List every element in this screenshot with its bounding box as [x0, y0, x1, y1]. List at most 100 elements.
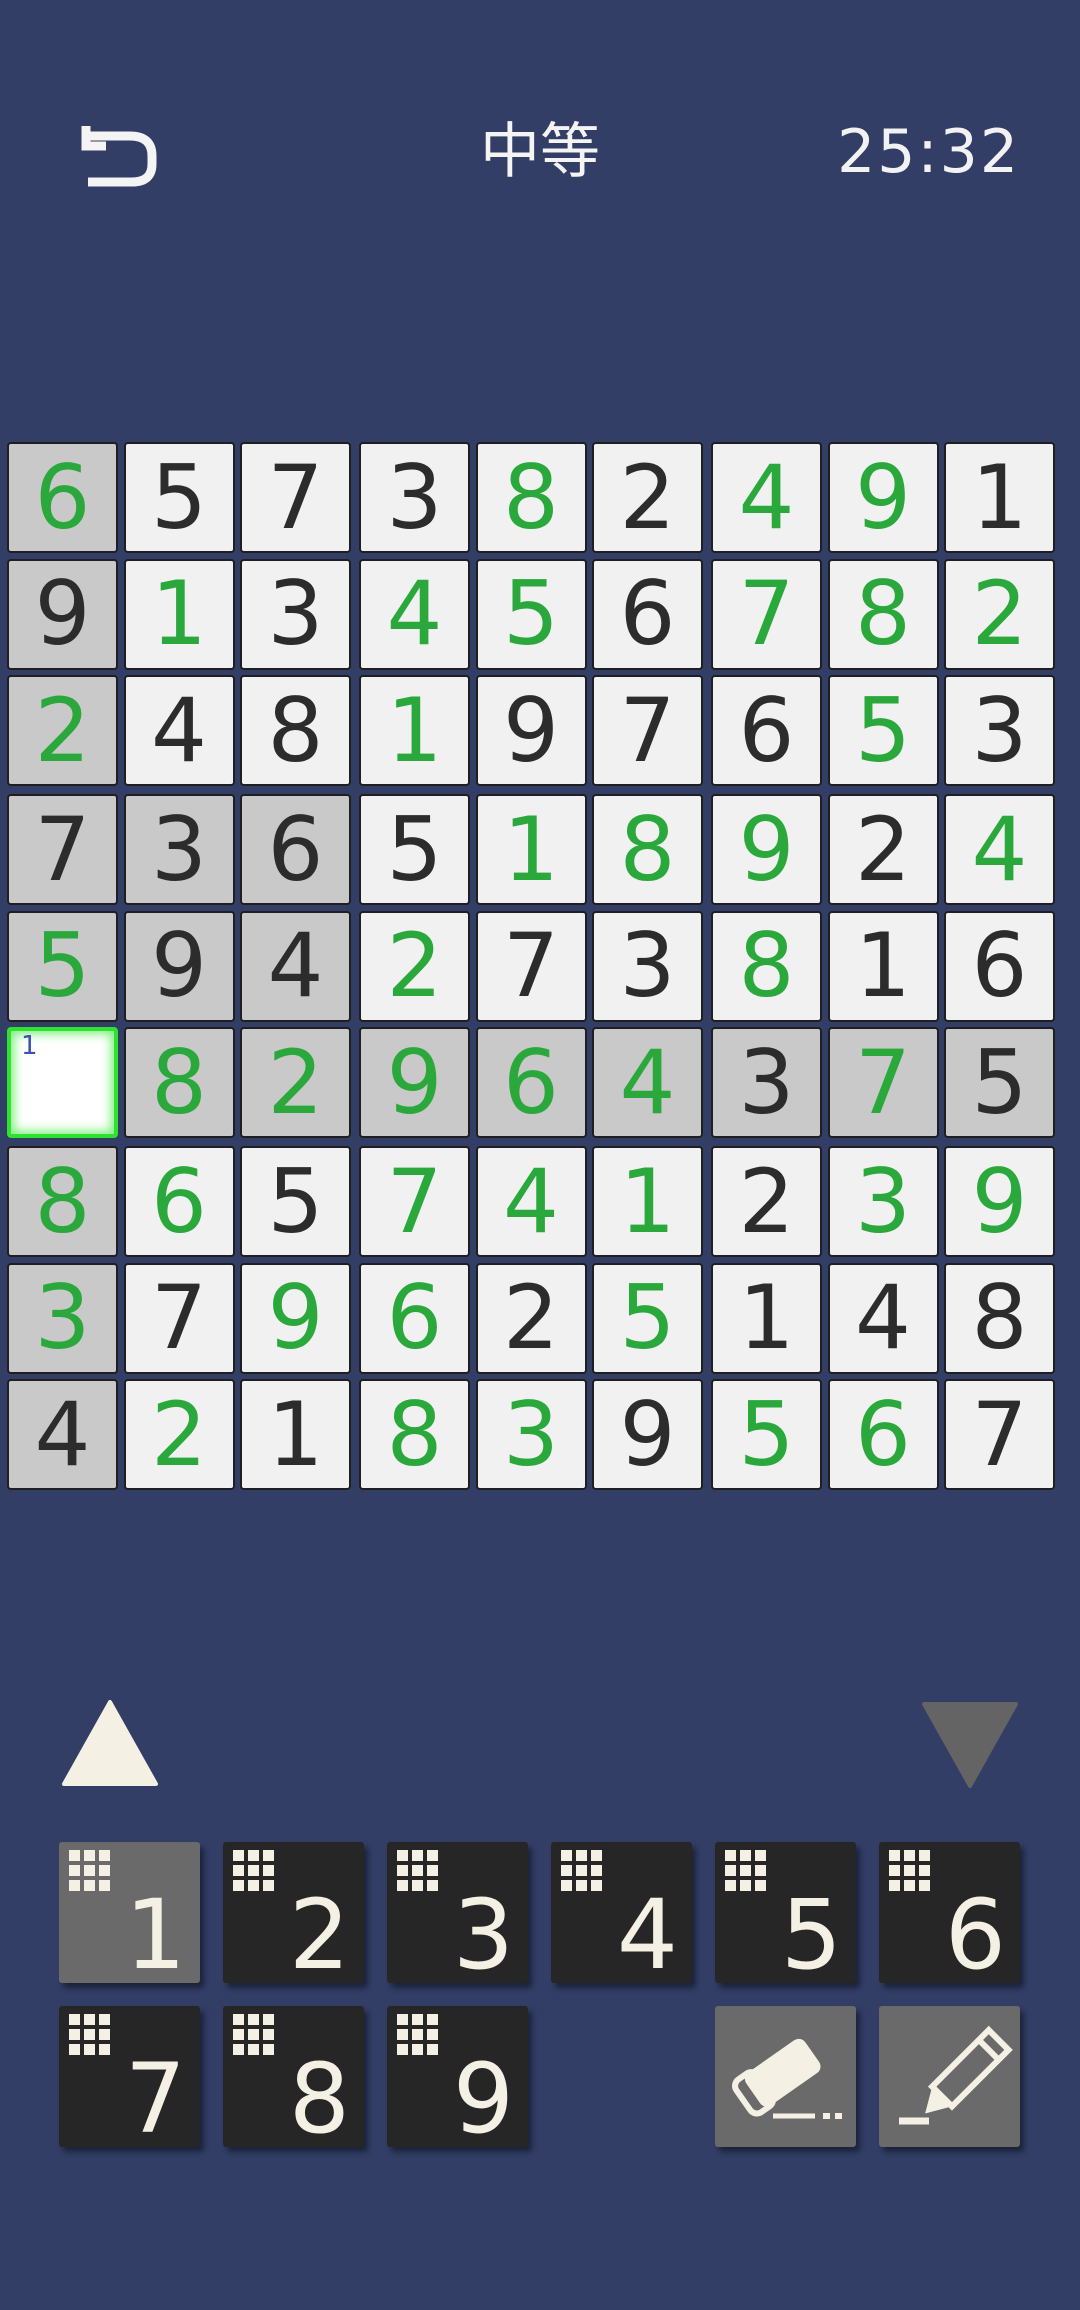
sudoku-cell[interactable]: 5 [944, 1027, 1055, 1138]
game-timer: 25:32 [837, 117, 1020, 187]
sudoku-cell[interactable]: 7 [7, 794, 118, 905]
sudoku-cell[interactable]: 6 [359, 1262, 470, 1374]
sudoku-cell[interactable]: 8 [7, 1146, 118, 1257]
sudoku-cell[interactable]: 6 [592, 558, 703, 670]
sudoku-cell[interactable]: 5 [123, 442, 235, 553]
number-button-3[interactable]: 3 [387, 1842, 528, 1983]
sudoku-cell[interactable]: 7 [359, 1146, 470, 1257]
sudoku-cell[interactable]: 9 [123, 910, 235, 1022]
sudoku-cell[interactable]: 7 [240, 442, 351, 553]
sudoku-cell[interactable]: 5 [475, 558, 587, 670]
sudoku-cell[interactable]: 8 [475, 442, 587, 553]
sudoku-cell[interactable]: 8 [944, 1262, 1055, 1374]
number-button-2[interactable]: 2 [223, 1842, 364, 1983]
sudoku-cell[interactable]: 4 [123, 675, 235, 786]
cell-note: 1 [21, 1031, 38, 1061]
sudoku-cell[interactable]: 7 [827, 1027, 939, 1138]
sudoku-cell[interactable]: 9 [475, 675, 587, 786]
sudoku-cell[interactable]: 6 [7, 442, 118, 553]
number-button-label: 5 [780, 1879, 842, 1991]
sudoku-cell[interactable]: 3 [123, 794, 235, 905]
sudoku-cell[interactable]: 5 [827, 675, 939, 786]
sudoku-cell[interactable]: 7 [944, 1379, 1055, 1490]
sudoku-cell[interactable]: 4 [592, 1027, 703, 1138]
sudoku-cell[interactable]: 4 [944, 794, 1055, 905]
sudoku-cell[interactable]: 8 [592, 794, 703, 905]
sudoku-cell[interactable]: 1 [827, 910, 939, 1022]
sudoku-cell[interactable]: 6 [711, 675, 822, 786]
sudoku-cell[interactable]: 1 [123, 558, 235, 670]
number-button-5[interactable]: 5 [715, 1842, 856, 1983]
sudoku-cell[interactable]: 8 [123, 1027, 235, 1138]
sudoku-cell[interactable]: 9 [240, 1262, 351, 1374]
sudoku-cell[interactable]: 8 [827, 558, 939, 670]
sudoku-cell[interactable]: 2 [7, 675, 118, 786]
sudoku-cell[interactable]: 9 [827, 442, 939, 553]
sudoku-cell[interactable]: 5 [711, 1379, 822, 1490]
number-button-8[interactable]: 8 [223, 2006, 364, 2147]
number-button-label: 8 [288, 2043, 350, 2155]
sudoku-cell[interactable]: 9 [944, 1146, 1055, 1257]
sudoku-cell[interactable]: 4 [240, 910, 351, 1022]
sudoku-cell[interactable]: 3 [475, 1379, 587, 1490]
sudoku-cell[interactable]: 2 [123, 1379, 235, 1490]
number-button-1[interactable]: 1 [59, 1842, 200, 1983]
sudoku-cell[interactable]: 6 [240, 794, 351, 905]
sudoku-cell[interactable]: 9 [592, 1379, 703, 1490]
sudoku-cell[interactable]: 5 [359, 794, 470, 905]
sudoku-cell[interactable]: 4 [827, 1262, 939, 1374]
sudoku-cell[interactable]: 1 [475, 794, 587, 905]
sudoku-cell[interactable]: 3 [592, 910, 703, 1022]
sudoku-cell[interactable]: 7 [475, 910, 587, 1022]
sudoku-cell[interactable]: 7 [711, 558, 822, 670]
sudoku-cell[interactable]: 8 [359, 1379, 470, 1490]
sudoku-cell[interactable]: 5 [240, 1146, 351, 1257]
sudoku-cell[interactable]: 4 [711, 442, 822, 553]
sudoku-cell[interactable]: 5 [592, 1262, 703, 1374]
sudoku-cell[interactable]: 9 [359, 1027, 470, 1138]
sudoku-cell[interactable]: 4 [7, 1379, 118, 1490]
eraser-button[interactable] [715, 2006, 856, 2147]
sudoku-cell[interactable]: 7 [592, 675, 703, 786]
sudoku-cell[interactable]: 6 [475, 1027, 587, 1138]
sudoku-cell[interactable]: 4 [359, 558, 470, 670]
sudoku-cell[interactable]: 6 [827, 1379, 939, 1490]
sudoku-cell[interactable]: 3 [359, 442, 470, 553]
sudoku-cell[interactable]: 8 [711, 910, 822, 1022]
sudoku-cell[interactable]: 3 [7, 1262, 118, 1374]
number-button-label: 4 [616, 1879, 678, 1991]
pencil-button[interactable] [879, 2006, 1020, 2147]
sudoku-cell[interactable]: 9 [711, 794, 822, 905]
sudoku-cell[interactable]: 5 [7, 910, 118, 1022]
sudoku-cell[interactable]: 1 [711, 1262, 822, 1374]
sudoku-cell[interactable]: 2 [827, 794, 939, 905]
triangle-up-icon[interactable] [60, 1698, 160, 1792]
sudoku-cell[interactable]: 2 [240, 1027, 351, 1138]
sudoku-cell[interactable]: 8 [240, 675, 351, 786]
number-button-9[interactable]: 9 [387, 2006, 528, 2147]
selected-cell[interactable]: 1 [7, 1027, 118, 1138]
sudoku-cell[interactable]: 1 [944, 442, 1055, 553]
sudoku-cell[interactable]: 2 [475, 1262, 587, 1374]
sudoku-cell[interactable]: 2 [592, 442, 703, 553]
sudoku-cell[interactable]: 3 [944, 675, 1055, 786]
sudoku-cell[interactable]: 3 [827, 1146, 939, 1257]
number-button-4[interactable]: 4 [551, 1842, 692, 1983]
sudoku-cell[interactable]: 6 [123, 1146, 235, 1257]
sudoku-cell[interactable]: 3 [711, 1027, 822, 1138]
sudoku-cell[interactable]: 2 [711, 1146, 822, 1257]
sudoku-cell[interactable]: 2 [359, 910, 470, 1022]
sudoku-cell[interactable]: 1 [359, 675, 470, 786]
sudoku-cell[interactable]: 1 [240, 1379, 351, 1490]
sudoku-cell[interactable]: 4 [475, 1146, 587, 1257]
sudoku-cell[interactable]: 1 [592, 1146, 703, 1257]
triangle-down-icon[interactable] [920, 1700, 1020, 1794]
number-button-7[interactable]: 7 [59, 2006, 200, 2147]
sudoku-cell[interactable]: 3 [240, 558, 351, 670]
sudoku-cell[interactable]: 6 [944, 910, 1055, 1022]
sudoku-cell[interactable]: 9 [7, 558, 118, 670]
sudoku-cell[interactable]: 2 [944, 558, 1055, 670]
sudoku-cell[interactable]: 7 [123, 1262, 235, 1374]
number-button-label: 2 [288, 1879, 350, 1991]
number-button-6[interactable]: 6 [879, 1842, 1020, 1983]
